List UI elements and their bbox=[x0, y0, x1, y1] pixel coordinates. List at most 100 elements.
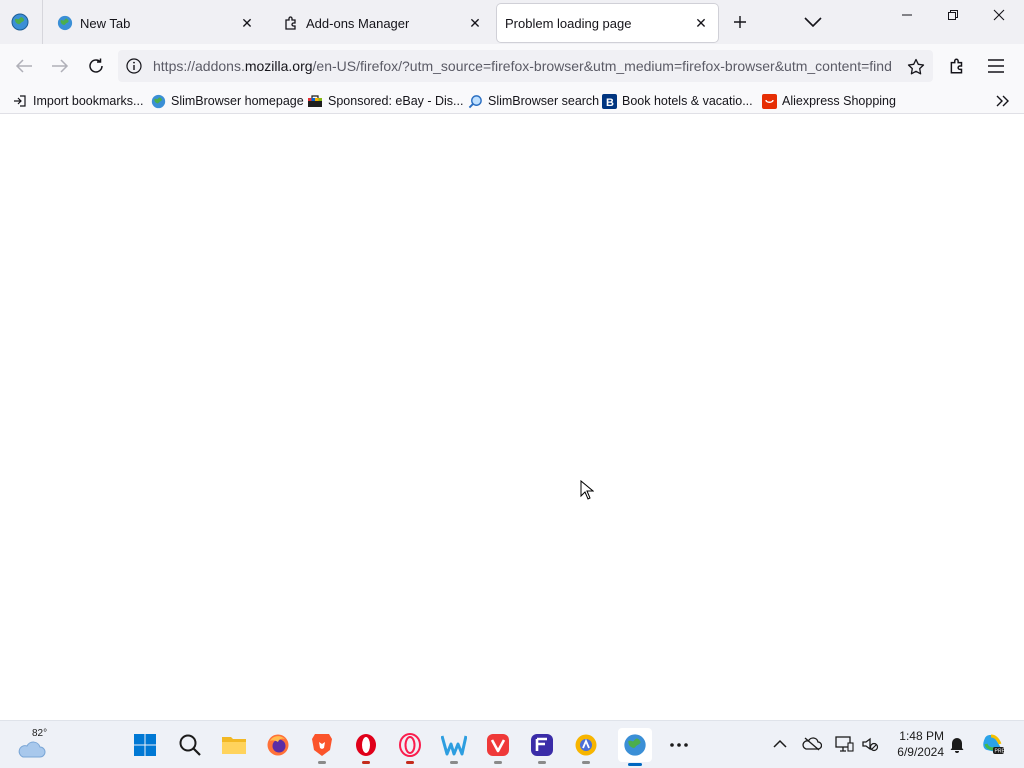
divider bbox=[42, 0, 43, 44]
maxthon-button[interactable] bbox=[571, 730, 601, 764]
notification-bell-icon[interactable] bbox=[946, 733, 968, 755]
chevron-up-icon bbox=[773, 739, 787, 748]
globe-icon bbox=[56, 14, 74, 32]
firefox-icon bbox=[267, 734, 289, 756]
import-icon bbox=[12, 93, 28, 109]
double-chevron-right-icon bbox=[996, 95, 1009, 107]
opera-icon bbox=[356, 734, 376, 756]
url-prefix: https://addons. bbox=[153, 58, 245, 74]
bookmarks-overflow-button[interactable] bbox=[992, 91, 1014, 111]
bookmark-slimbrowser-homepage[interactable]: SlimBrowser homepage bbox=[150, 91, 304, 111]
info-icon[interactable] bbox=[124, 56, 144, 76]
svg-text:B: B bbox=[606, 97, 614, 109]
bookmarks-toolbar: Import bookmarks... SlimBrowser homepage… bbox=[0, 88, 1024, 114]
globe-icon[interactable] bbox=[8, 10, 32, 34]
bookmark-slimbrowser-search[interactable]: SlimBrowser search bbox=[467, 91, 599, 111]
reload-icon bbox=[89, 58, 103, 73]
mouse-cursor-icon bbox=[580, 480, 594, 500]
minimize-icon bbox=[902, 14, 912, 16]
back-button[interactable] bbox=[10, 52, 38, 80]
weather-temperature: 82° bbox=[32, 728, 48, 739]
tab-title: Add-ons Manager bbox=[306, 15, 410, 31]
brave-icon bbox=[312, 734, 332, 756]
url-text[interactable]: https://addons.mozilla.org/en-US/firefox… bbox=[153, 58, 898, 74]
tab-title: Problem loading page bbox=[505, 15, 632, 31]
close-icon[interactable]: ✕ bbox=[466, 14, 484, 32]
start-button[interactable] bbox=[130, 730, 160, 760]
tab-problem-loading[interactable]: Problem loading page ✕ bbox=[497, 4, 718, 42]
url-host: mozilla.org bbox=[244, 58, 313, 74]
globe-icon bbox=[150, 93, 166, 109]
star-icon[interactable] bbox=[905, 56, 927, 78]
app-menu-button[interactable] bbox=[982, 52, 1010, 80]
file-explorer-button[interactable] bbox=[219, 730, 249, 760]
puzzle-icon bbox=[950, 58, 963, 74]
system-clock[interactable]: 1:48 PM 6/9/2024 bbox=[884, 728, 944, 760]
close-icon[interactable]: ✕ bbox=[238, 14, 256, 32]
volume-muted-icon[interactable] bbox=[859, 733, 881, 755]
tab-addons-manager[interactable]: Add-ons Manager ✕ bbox=[270, 4, 492, 42]
ebay-icon bbox=[307, 93, 323, 109]
bookmark-label: Book hotels & vacatio... bbox=[622, 94, 753, 108]
opera-gx-button[interactable] bbox=[395, 730, 425, 764]
close-icon[interactable]: ✕ bbox=[692, 14, 710, 32]
globe-icon bbox=[624, 734, 646, 756]
close-icon bbox=[993, 9, 1005, 21]
opera-button[interactable] bbox=[351, 730, 381, 764]
taskbar-search-button[interactable] bbox=[175, 730, 205, 760]
show-hidden-icons-button[interactable] bbox=[769, 733, 791, 755]
bookmark-aliexpress[interactable]: Aliexpress Shopping bbox=[761, 91, 896, 111]
running-indicator bbox=[318, 761, 326, 764]
restore-button[interactable] bbox=[930, 0, 976, 30]
firefox-button[interactable] bbox=[263, 730, 293, 760]
weather-widget[interactable]: 82° bbox=[16, 727, 56, 763]
vivaldi-icon bbox=[487, 734, 509, 756]
minimize-button[interactable] bbox=[884, 0, 930, 30]
running-indicator bbox=[538, 761, 546, 764]
vivaldi-button[interactable] bbox=[483, 730, 513, 764]
navigation-toolbar: https://addons.mozilla.org/en-US/firefox… bbox=[0, 44, 1024, 88]
opera-gx-icon bbox=[399, 733, 421, 757]
brave-button[interactable] bbox=[307, 730, 337, 764]
bookmark-import[interactable]: Import bookmarks... bbox=[12, 91, 143, 111]
bookmark-label: Sponsored: eBay - Dis... bbox=[328, 94, 464, 108]
list-all-tabs-button[interactable] bbox=[800, 10, 826, 34]
tab-new-tab[interactable]: New Tab ✕ bbox=[44, 4, 264, 42]
running-indicator bbox=[406, 761, 414, 764]
url-path: /en-US/firefox/?utm_source=firefox-brows… bbox=[312, 58, 892, 74]
svg-text:PRE: PRE bbox=[995, 749, 1006, 755]
onedrive-icon[interactable] bbox=[801, 733, 823, 755]
restore-icon bbox=[948, 10, 958, 20]
arrow-left-icon bbox=[15, 59, 32, 73]
cloud-icon bbox=[18, 741, 46, 758]
running-indicator bbox=[582, 761, 590, 764]
puzzle-icon bbox=[282, 14, 300, 32]
page-content[interactable] bbox=[0, 114, 1024, 720]
slimbrowser-button[interactable] bbox=[618, 728, 652, 766]
url-bar[interactable]: https://addons.mozilla.org/en-US/firefox… bbox=[118, 50, 933, 82]
bookmark-label: Import bookmarks... bbox=[33, 94, 144, 108]
extensions-button[interactable] bbox=[943, 52, 971, 80]
forward-button[interactable] bbox=[46, 52, 74, 80]
copilot-icon[interactable]: PRE bbox=[980, 731, 1006, 757]
waterfox-button[interactable] bbox=[439, 730, 469, 764]
running-indicator bbox=[362, 761, 370, 764]
arrow-right-icon bbox=[52, 59, 69, 73]
waterfox-icon bbox=[441, 735, 467, 756]
new-tab-button[interactable] bbox=[728, 10, 752, 34]
bookmark-ebay[interactable]: Sponsored: eBay - Dis... bbox=[307, 91, 463, 111]
display-icon[interactable] bbox=[833, 733, 855, 755]
bookmark-label: SlimBrowser search bbox=[488, 94, 600, 108]
more-apps-button[interactable] bbox=[664, 730, 694, 760]
reload-button[interactable] bbox=[82, 52, 110, 80]
clock-date: 6/9/2024 bbox=[897, 745, 944, 759]
bookmark-label: Aliexpress Shopping bbox=[782, 94, 896, 108]
floorp-button[interactable] bbox=[527, 730, 557, 764]
aliexpress-icon bbox=[761, 93, 777, 109]
close-window-button[interactable] bbox=[976, 0, 1022, 30]
folder-icon bbox=[222, 737, 246, 754]
search-icon bbox=[179, 734, 201, 756]
bookmark-booking[interactable]: B Book hotels & vacatio... bbox=[601, 91, 753, 111]
browser-window: New Tab ✕ Add-ons Manager ✕ Problem load… bbox=[0, 0, 1024, 768]
booking-icon: B bbox=[601, 93, 617, 109]
